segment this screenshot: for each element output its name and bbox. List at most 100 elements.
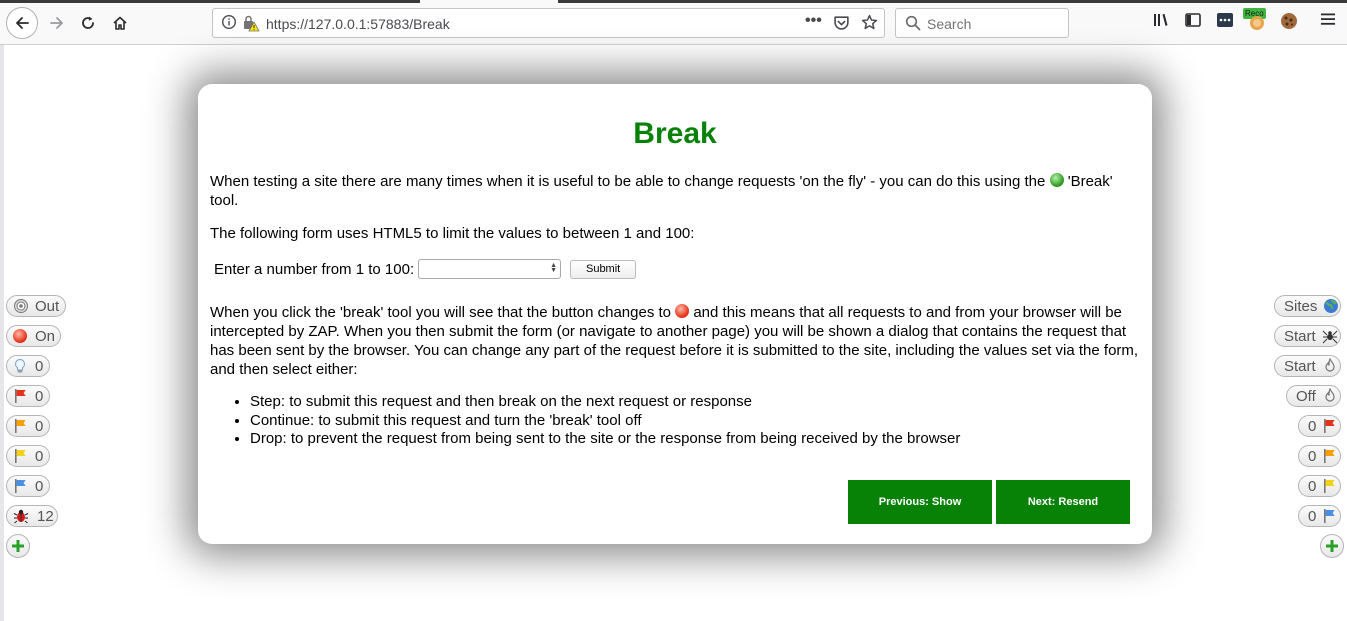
tab-strip	[0, 0, 1347, 3]
hud-attack-mode-button[interactable]: Off	[1286, 385, 1341, 407]
hud-site-alerts-high-button[interactable]: 0	[1298, 415, 1341, 437]
hud-label: Out	[35, 297, 60, 315]
search-placeholder: Search	[927, 16, 972, 32]
url-bar[interactable]: https://127.0.0.1:57883/Break •••	[212, 8, 885, 38]
target-icon	[14, 299, 28, 313]
hud-page-alerts-medium-button[interactable]: 0	[6, 415, 50, 437]
active-tab-indicator	[420, 0, 558, 3]
number-form: Enter a number from 1 to 100: ▲ ▼ Submit	[214, 259, 637, 279]
list-item: Step: to submit this request and then br…	[250, 393, 960, 412]
hud-label: Start	[1284, 327, 1316, 345]
flag-orange-icon	[15, 419, 26, 433]
hud-label: Sites	[1284, 297, 1318, 315]
hud-site-alerts-low-button[interactable]: 0	[1298, 475, 1341, 497]
hud-page-alerts-informational-button[interactable]: 0	[6, 475, 50, 497]
page-actions-icon[interactable]: •••	[805, 12, 822, 30]
forward-button[interactable]	[42, 8, 72, 38]
arrow-right-icon	[50, 17, 63, 29]
hud-sites-tree-button[interactable]: Sites	[1274, 295, 1341, 317]
plus-icon	[12, 540, 24, 552]
home-button[interactable]	[105, 8, 135, 38]
flag-red-icon	[1324, 419, 1335, 433]
intro-paragraph: When testing a site there are many times…	[210, 172, 1140, 210]
flag-yellow-icon	[15, 449, 26, 463]
flag-blue-icon	[15, 479, 26, 493]
hud-label: 0	[1308, 417, 1317, 435]
flag-orange-icon	[1324, 449, 1335, 463]
number-spinner-icon[interactable]: ▲ ▼	[550, 262, 557, 274]
insecure-lock-icon[interactable]	[242, 14, 260, 37]
intro-text: When testing a site there are many times…	[210, 173, 1046, 190]
hud-label: 0	[35, 447, 44, 465]
hud-label: 0	[35, 387, 44, 405]
previous-button[interactable]: Previous: Show	[848, 480, 992, 524]
arrow-left-icon	[16, 17, 29, 29]
bookmark-star-icon[interactable]	[861, 14, 878, 36]
red-dot-icon	[13, 329, 27, 343]
hamburger-menu-icon[interactable]	[1320, 11, 1336, 32]
hud-break-button[interactable]: On	[6, 325, 61, 347]
description-paragraph: When you click the 'break' tool you will…	[210, 303, 1145, 379]
hud-site-alerts-informational-button[interactable]: 0	[1298, 505, 1341, 527]
lightbulb-icon	[15, 358, 25, 373]
extension-avatar-icon[interactable]	[1249, 15, 1265, 36]
hud-label: Start	[1284, 357, 1316, 375]
sidebar-icon[interactable]	[1184, 11, 1202, 34]
hud-add-tool-left-button[interactable]	[6, 534, 30, 558]
flag-yellow-icon	[1324, 479, 1335, 493]
hud-break-on-out-button[interactable]: Out	[6, 295, 66, 317]
flame-icon	[1325, 358, 1335, 372]
extension-menu-icon[interactable]	[1216, 11, 1234, 34]
number-field[interactable]: ▲ ▼	[418, 259, 562, 279]
hud-page-alerts-info-button[interactable]: 0	[6, 355, 50, 377]
hud-label: 0	[1308, 447, 1317, 465]
reload-button[interactable]	[73, 8, 103, 38]
options-list: Step: to submit this request and then br…	[210, 393, 960, 449]
submit-button[interactable]: Submit	[570, 259, 637, 279]
hud-label: 0	[1308, 507, 1317, 525]
hud-label: 0	[1308, 477, 1317, 495]
hud-add-tool-right-button[interactable]	[1320, 534, 1344, 558]
search-input[interactable]: Search	[895, 8, 1069, 38]
red-break-icon	[675, 304, 690, 318]
url-text[interactable]: https://127.0.0.1:57883/Break	[266, 16, 450, 32]
list-item: Continue: to submit this request and tur…	[250, 412, 960, 431]
form-intro-paragraph: The following form uses HTML5 to limit t…	[210, 225, 695, 242]
hud-label: 0	[35, 417, 44, 435]
green-break-icon	[1049, 173, 1064, 187]
next-button[interactable]: Next: Resend	[996, 480, 1130, 524]
hud-page-alerts-low-button[interactable]: 0	[6, 445, 50, 467]
hud-active-scan-button[interactable]: Start	[1274, 355, 1341, 377]
info-icon[interactable]	[221, 14, 237, 35]
flag-blue-icon	[1324, 509, 1335, 523]
flag-red-icon	[15, 389, 26, 403]
back-button[interactable]	[6, 7, 38, 39]
hud-site-alerts-medium-button[interactable]: 0	[1298, 445, 1341, 467]
hud-label: 0	[35, 357, 44, 375]
cookie-extension-icon[interactable]	[1280, 12, 1298, 35]
window-edge	[0, 45, 4, 621]
browser-toolbar: https://127.0.0.1:57883/Break ••• Search…	[0, 0, 1347, 45]
number-field-label: Enter a number from 1 to 100:	[214, 260, 415, 278]
hud-spider-button[interactable]: Start	[1274, 325, 1341, 347]
hud-label: 12	[37, 507, 54, 525]
hud-page-bugs-button[interactable]: 12	[6, 505, 58, 527]
plus-icon	[1326, 540, 1338, 552]
tutorial-dialog: Break When testing a site there are many…	[198, 84, 1152, 544]
hud-label: 0	[35, 477, 44, 495]
spider-icon	[1322, 330, 1338, 344]
hud-label: Off	[1296, 387, 1316, 405]
globe-icon	[1324, 299, 1339, 313]
search-icon	[905, 15, 921, 36]
page-title: Break	[633, 117, 717, 150]
hud-page-alerts-high-button[interactable]: 0	[6, 385, 50, 407]
library-icon[interactable]	[1152, 11, 1170, 34]
description-text: When you click the 'break' tool you will…	[210, 304, 671, 321]
hud-label: On	[35, 327, 56, 345]
list-item: Drop: to prevent the request from being …	[250, 430, 960, 449]
reload-icon	[82, 16, 94, 29]
flame-icon	[1325, 388, 1335, 402]
pocket-icon[interactable]	[833, 14, 850, 36]
home-icon	[113, 16, 127, 30]
bug-icon	[13, 509, 29, 524]
